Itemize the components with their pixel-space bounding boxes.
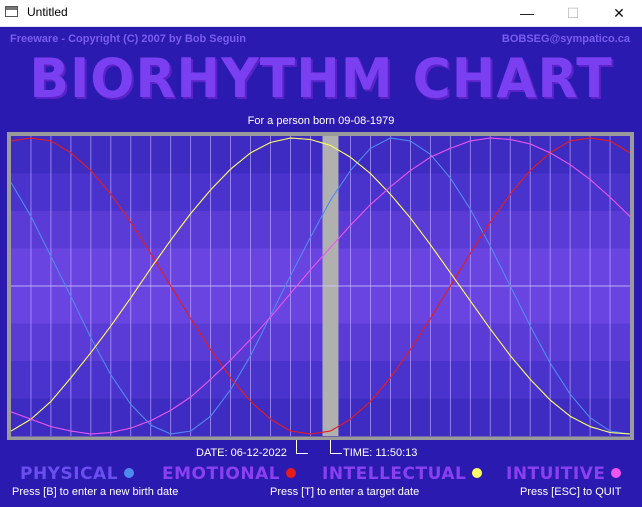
author-email: BOBSEG@sympatico.ca xyxy=(501,33,630,45)
target-time-label: TIME: 11:50:13 xyxy=(343,447,418,459)
legend-intellectual-dot xyxy=(472,468,483,478)
copyright-text: Freeware - Copyright (C) 2007 by Bob Seg… xyxy=(10,33,246,45)
target-date-instruction: Press [T] to enter a target date xyxy=(270,486,420,498)
biorhythm-chart xyxy=(10,136,631,437)
time-leader-tick xyxy=(330,453,342,454)
legend-intuitive-dot xyxy=(611,468,622,478)
chart-band xyxy=(11,248,630,287)
maximize-button[interactable]: ☐ xyxy=(550,0,596,26)
legend-intellectual: INTELLECTUAL xyxy=(322,464,483,484)
chart-band xyxy=(11,361,630,399)
legend-intellectual-label: INTELLECTUAL xyxy=(322,464,467,484)
legend-intuitive-label: INTUITIVE xyxy=(506,464,606,484)
app-client-area: Freeware - Copyright (C) 2007 by Bob Seg… xyxy=(0,27,642,507)
target-date-label: DATE: 06-12-2022 xyxy=(196,447,287,459)
chart-band xyxy=(11,173,630,212)
legend-intuitive: INTUITIVE xyxy=(506,464,622,484)
birth-date-instruction: Press [B] to enter a new birth date xyxy=(12,486,179,498)
title-bar[interactable]: Untitled — ☐ ✕ xyxy=(0,0,642,27)
legend-emotional: EMOTIONAL xyxy=(162,464,297,484)
chart-band xyxy=(11,211,630,249)
close-button[interactable]: ✕ xyxy=(596,0,642,26)
quit-instruction: Press [ESC] to QUIT xyxy=(520,486,622,498)
window-title: Untitled xyxy=(27,5,68,19)
app-window: Untitled — ☐ ✕ Freeware - Copyright (C) … xyxy=(0,0,642,507)
legend-physical: PHYSICAL xyxy=(20,464,135,484)
legend-emotional-label: EMOTIONAL xyxy=(162,464,281,484)
chart-band xyxy=(11,323,630,362)
app-icon xyxy=(5,6,18,17)
time-leader-line xyxy=(330,440,331,454)
chart-band xyxy=(11,136,630,174)
legend-emotional-dot xyxy=(286,468,297,478)
minimize-button[interactable]: — xyxy=(504,0,550,26)
chart-band xyxy=(11,398,630,437)
date-leader-tick xyxy=(296,453,308,454)
date-leader-line xyxy=(296,440,297,454)
chart-title: BIORHYTHM CHART xyxy=(29,47,613,111)
legend-physical-dot xyxy=(124,468,135,478)
chart-frame xyxy=(7,132,634,440)
legend-physical-label: PHYSICAL xyxy=(20,464,119,484)
chart-band xyxy=(11,286,630,324)
birth-date-subtitle: For a person born 09-08-1979 xyxy=(247,115,395,127)
